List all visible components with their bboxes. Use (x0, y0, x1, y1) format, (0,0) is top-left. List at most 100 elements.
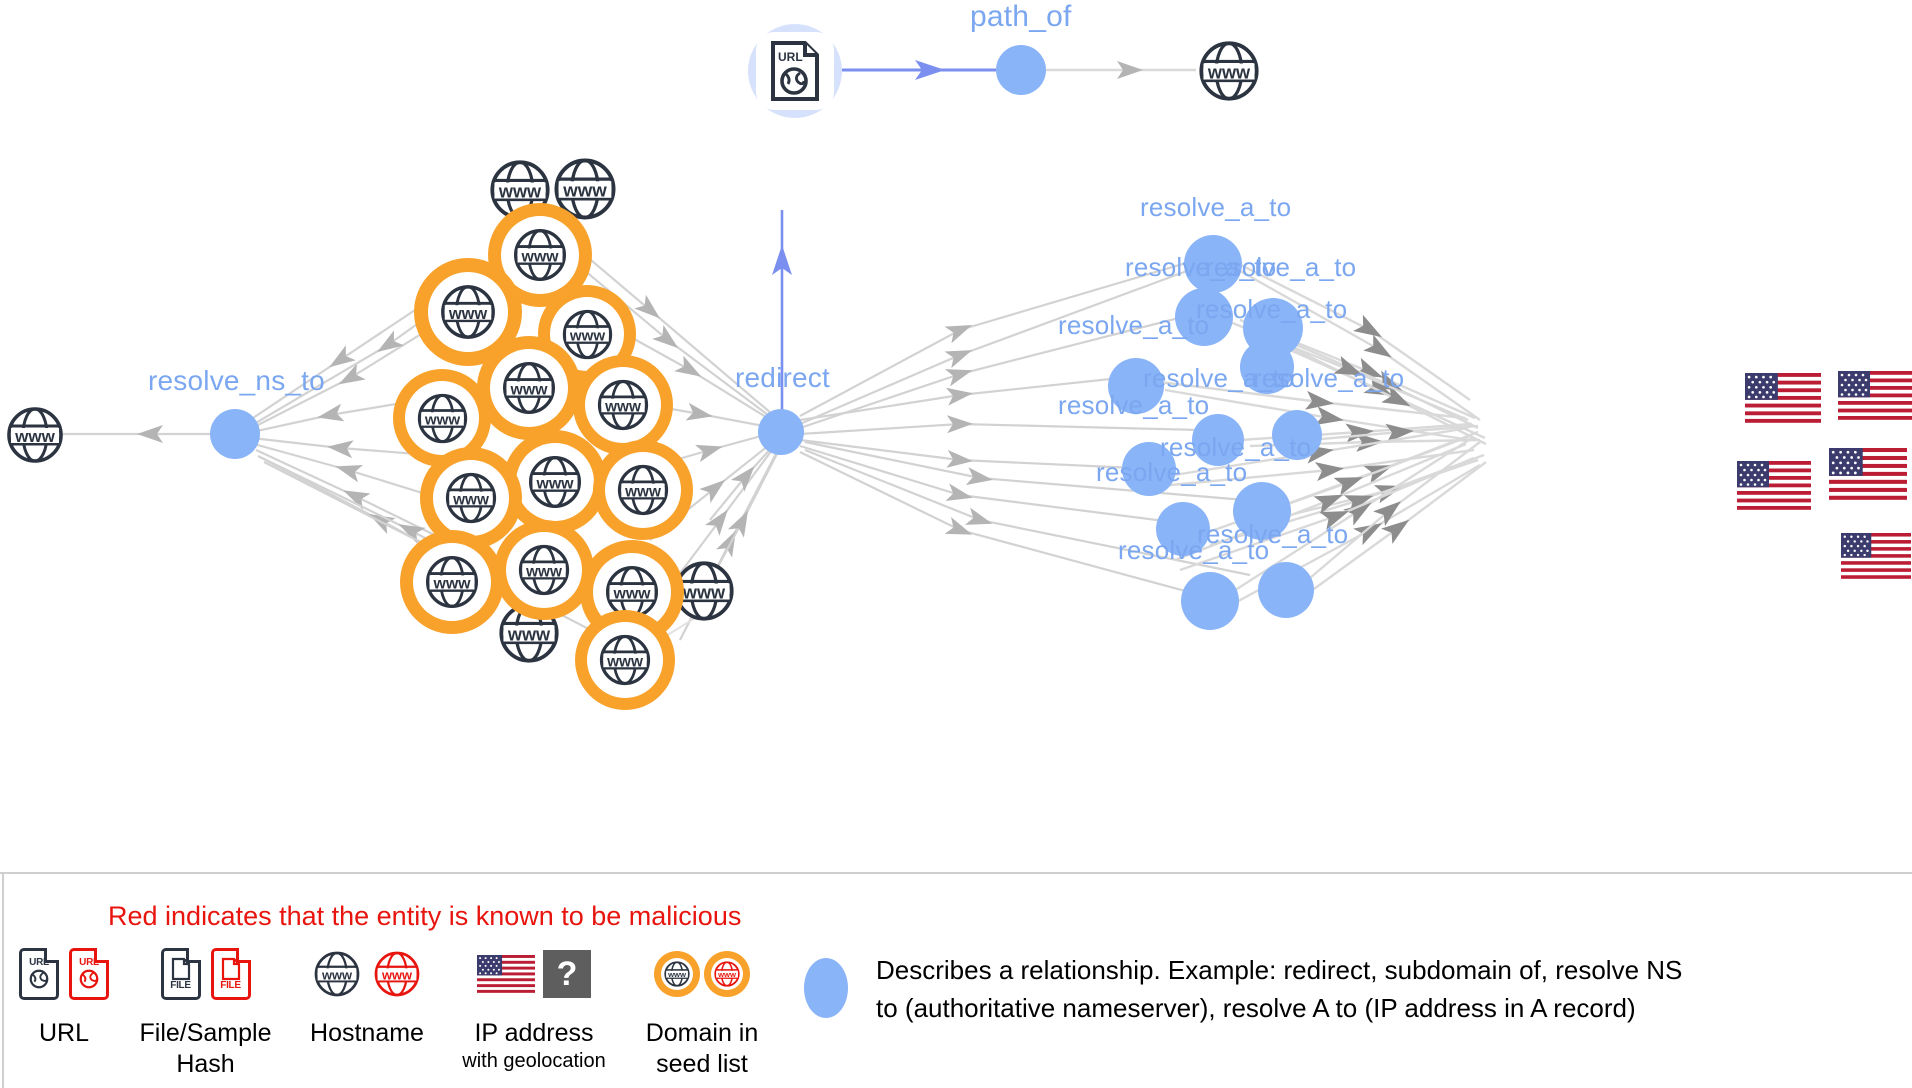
globe-glyph (29, 969, 49, 989)
seed-domain-node[interactable]: www (575, 610, 675, 710)
legend-file-caption-line1: File/Sample (139, 1019, 272, 1047)
url-document-glyph: URL (771, 41, 819, 101)
url-document-icon: URL (756, 32, 834, 110)
edge-label-resolve-a-to: resolve_a_to (1140, 192, 1292, 222)
globe-www-icon: www (445, 472, 497, 524)
svg-text:www: www (507, 624, 551, 644)
malicious-note: Red indicates that the entity is known t… (108, 901, 742, 931)
seed-domain-node[interactable]: www (593, 440, 693, 540)
svg-text:www: www (381, 968, 413, 983)
svg-text:www: www (448, 305, 488, 323)
seed-domain-node[interactable]: www (477, 336, 581, 440)
svg-text:www: www (568, 327, 604, 344)
svg-text:www: www (562, 180, 607, 201)
relationship-node-redirect[interactable] (758, 409, 804, 455)
svg-text:www: www (321, 968, 353, 983)
relationship-legend-text: Describes a relationship. Example: redir… (876, 952, 1896, 1027)
edge-label-resolve-a-to: resolve_a_to (1096, 457, 1248, 487)
globe-www-icon: www (425, 555, 479, 609)
svg-text:www: www (682, 582, 726, 602)
globe-www-icon-malicious: www (374, 951, 420, 997)
legend-file-caption-line2: Hash (176, 1049, 235, 1078)
graph-edges (60, 60, 1487, 656)
legend-file-icons: FILE FILE (128, 944, 283, 1004)
legend-seed-caption: Domain in seed list (622, 1018, 782, 1079)
globe-www-icon: www (417, 393, 467, 443)
ip-node-flag[interactable] (1838, 371, 1912, 420)
svg-text:www: www (432, 576, 471, 593)
globe-www-icon: www (502, 361, 556, 415)
relationship-node-a-12[interactable] (1258, 562, 1314, 618)
globe-www-icon: www (518, 544, 570, 596)
edge-label-resolve-a-to: resolve_a_to (1205, 252, 1357, 282)
url-document-icon-malicious: URL (69, 948, 109, 1000)
seed-domain-node[interactable]: www (573, 355, 673, 455)
us-flag-icon (1829, 448, 1907, 500)
unknown-geolocation-icon: ? (543, 950, 591, 998)
relationship-node-path-of[interactable] (996, 45, 1046, 95)
legend-hostname-caption: Hostname (310, 1019, 424, 1047)
globe-www-icon: www (528, 455, 582, 509)
legend-panel: Red indicates that the entity is known t… (0, 872, 1912, 1088)
graph-canvas: URL www www www www www www www www www … (0, 0, 1912, 872)
hostname-node-left[interactable]: www (4, 404, 66, 471)
us-flag-icon (1745, 373, 1821, 423)
doc-corner (44, 948, 59, 963)
globe-www-icon: www (599, 634, 651, 686)
us-flag-icon (1838, 371, 1912, 420)
edge-label-resolve-a-to: resolve_a_to (1253, 363, 1405, 393)
svg-text:www: www (604, 398, 641, 415)
seed-domain-node[interactable]: www (494, 520, 594, 620)
svg-text:www: www (525, 563, 562, 580)
ip-node-flag[interactable] (1737, 461, 1811, 510)
url-node[interactable]: URL (748, 24, 842, 118)
globe-www-icon: www (597, 379, 649, 431)
legend-ip-caption: IP address with geolocation (448, 1018, 620, 1073)
globe-www-icon: www (617, 464, 669, 516)
svg-text:www: www (717, 970, 736, 979)
legend-item-seed: www www Domain in seed list (622, 944, 782, 1079)
seed-ring-icon-malicious: www (704, 951, 750, 997)
legend-ip-caption-line1: IP address (474, 1019, 594, 1047)
svg-text:www: www (498, 181, 542, 201)
globe-www-icon: www (7, 407, 63, 463)
legend-item-url: URL URL URL (0, 944, 128, 1049)
relationship-legend-line2: to (authoritative nameserver), resolve A… (876, 992, 1636, 1023)
relationship-node-a-11[interactable] (1181, 572, 1239, 630)
legend-seed-caption-line2: seed list (656, 1049, 748, 1078)
svg-text:www: www (612, 586, 651, 603)
globe-www-icon: www (513, 228, 567, 282)
svg-text:www: www (452, 491, 489, 508)
legend-file-caption: File/Sample Hash (128, 1018, 283, 1079)
question-mark-glyph: ? (556, 954, 578, 993)
relationship-node-resolve-ns-to[interactable] (210, 409, 260, 459)
legend-ip-icons: ? (448, 944, 620, 1004)
svg-text:URL: URL (778, 50, 803, 64)
us-flag-icon (477, 955, 535, 993)
globe-glyph (79, 969, 99, 989)
svg-text:www: www (520, 249, 559, 266)
svg-text:www: www (606, 653, 643, 670)
doc-corner (94, 948, 109, 963)
seed-domain-node[interactable]: www (400, 530, 504, 634)
svg-text:www: www (1207, 62, 1251, 82)
svg-text:www: www (509, 382, 548, 399)
doc-corner (235, 948, 251, 963)
legend-url-icons: URL URL (0, 944, 128, 1004)
seed-ring-inner-malicious: www (711, 958, 743, 990)
legend-url-caption: URL (38, 1019, 89, 1047)
legend-item-hostname: www www Hostname (288, 944, 446, 1049)
seed-ring-icon: www (654, 951, 700, 997)
edge-label-resolve-a-to: resolve_a_to (1058, 310, 1210, 340)
edge-label-resolve-a-to: resolve_a_to (1118, 535, 1270, 565)
ip-node-flag[interactable] (1841, 533, 1911, 579)
doc-corner (185, 948, 201, 963)
legend-ip-caption-line2: with geolocation (462, 1049, 606, 1072)
svg-text:www: www (667, 970, 686, 979)
file-hash-icon-malicious: FILE (210, 948, 251, 1000)
ip-node-flag[interactable] (1745, 373, 1821, 423)
hostname-node-topright[interactable]: www (1196, 38, 1262, 109)
globe-www-icon: www (1199, 41, 1259, 101)
ip-node-flag[interactable] (1829, 448, 1907, 500)
legend-hostname-icons: www www (288, 944, 446, 1004)
